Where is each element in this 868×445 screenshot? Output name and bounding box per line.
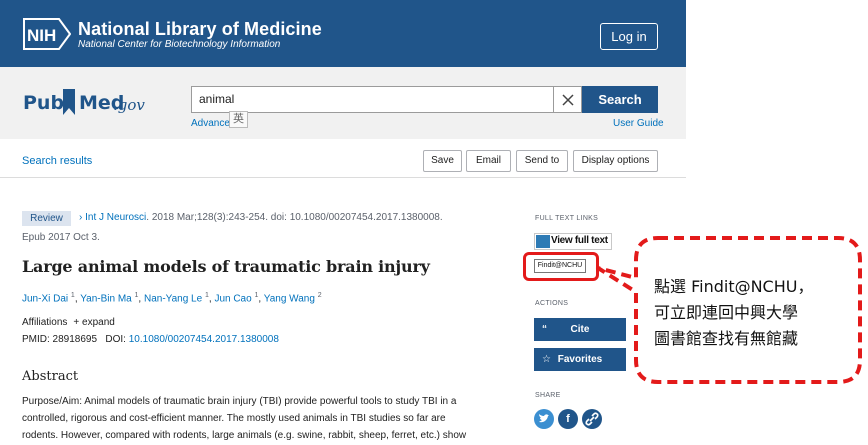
author-link[interactable]: Jun Cao [214, 293, 251, 304]
citation-text: . 2018 Mar;128(3):243-254. doi: 10.1080/… [146, 212, 443, 223]
callout-line: 點選 Findit@NCHU， [654, 277, 814, 296]
user-guide-link[interactable]: User Guide [613, 118, 664, 129]
nlm-title[interactable]: National Library of Medicine [78, 19, 322, 40]
pubmed-logo-pub: Pub [23, 92, 65, 114]
identifiers-row: PMID: 28918695 DOI: 10.1080/00207454.201… [22, 334, 279, 345]
close-icon [562, 94, 574, 106]
author-list: Jun-Xi Dai 1, Yan-Bin Ma 1, Nan-Yang Le … [22, 292, 322, 305]
affiliations-row: Affiliations + expand [22, 317, 115, 328]
login-button[interactable]: Log in [600, 23, 658, 50]
author-link[interactable]: Nan-Yang Le [144, 293, 202, 304]
search-results-link[interactable]: Search results [22, 155, 92, 167]
full-text-links-heading: FULL TEXT LINKS [535, 215, 599, 222]
callout-line: 圖書館查找有無館藏 [654, 329, 799, 348]
citation-line: › Int J Neurosci. 2018 Mar;128(3):243-25… [79, 212, 443, 223]
author-link[interactable]: Yan-Bin Ma [80, 293, 132, 304]
chevron-right-icon: › [79, 212, 83, 223]
pmid: PMID: 28918695 [22, 334, 98, 345]
svg-text:NIH: NIH [27, 26, 56, 45]
nih-logo[interactable]: NIH [23, 18, 71, 50]
email-button[interactable]: Email [466, 150, 511, 172]
search-input[interactable]: animal [191, 86, 554, 113]
abstract-line: controlled, rigorous and cost-efficient … [22, 413, 446, 424]
callout-line: 可立即連回中興大學 [654, 303, 799, 322]
share-heading: SHARE [535, 392, 561, 399]
article-type-badge: Review [22, 211, 71, 226]
ime-indicator: 英 [229, 111, 248, 128]
expand-affiliations-button[interactable]: + expand [73, 317, 114, 328]
twitter-icon[interactable] [534, 409, 554, 429]
doi-link[interactable]: 10.1080/00207454.2017.1380008 [129, 334, 279, 345]
save-button[interactable]: Save [423, 150, 462, 172]
actions-heading: ACTIONS [535, 300, 569, 307]
facebook-icon[interactable]: f [558, 409, 578, 429]
doi-label: DOI: [105, 334, 126, 345]
author-link[interactable]: Yang Wang [264, 293, 315, 304]
display-options-button[interactable]: Display options [573, 150, 658, 172]
search-button[interactable]: Search [582, 86, 658, 113]
author-affiliation-number[interactable]: 2 [318, 292, 322, 299]
abstract-line: rodents. However, compared with rodents,… [22, 430, 467, 441]
pubmed-logo-gov: .gov [113, 96, 145, 114]
abstract-line: Purpose/Aim: Animal models of traumatic … [22, 396, 457, 407]
clear-search-button[interactable] [554, 86, 582, 113]
pubmed-bookmark-icon [63, 89, 75, 115]
toolbar-divider [0, 177, 686, 178]
send-to-button[interactable]: Send to [516, 150, 568, 172]
full-text-icon [536, 235, 550, 248]
journal-link[interactable]: Int J Neurosci [85, 212, 146, 223]
author-link[interactable]: Jun-Xi Dai [22, 293, 68, 304]
epub-date: Epub 2017 Oct 3. [22, 232, 100, 243]
abstract-heading: Abstract [22, 369, 79, 384]
affiliations-label: Affiliations [22, 317, 68, 328]
article-title: Large animal models of traumatic brain i… [22, 257, 430, 276]
findit-nchu-button[interactable]: Findit@NCHU [534, 259, 586, 273]
link-icon[interactable] [582, 409, 602, 429]
ncbi-subtitle: National Center for Biotechnology Inform… [78, 39, 281, 50]
